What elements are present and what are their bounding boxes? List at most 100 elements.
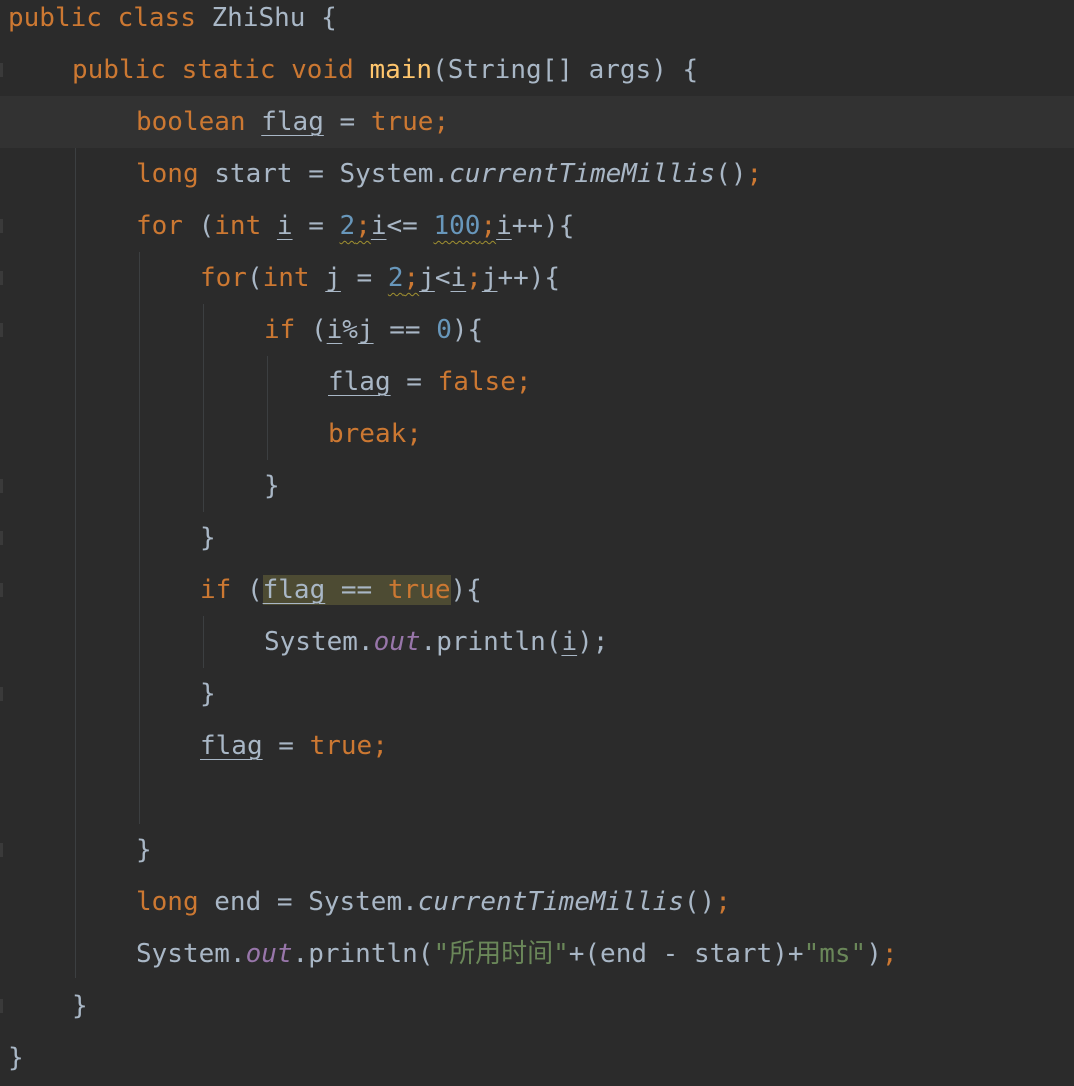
code-line-5[interactable]: for (int i = 2;i<= 100;i++){ [0, 200, 1074, 252]
string-literal: "所用时间" [433, 939, 569, 969]
code-text: System. [264, 627, 374, 657]
semicolon: ; [466, 263, 482, 293]
keyword: for [200, 263, 247, 293]
static-field: out [373, 627, 421, 657]
code-text: ){ [451, 315, 484, 345]
paren: ) [866, 939, 882, 969]
variable: flag [328, 367, 391, 397]
keyword: true [387, 575, 451, 605]
parens: () [683, 887, 716, 917]
variable: i [561, 627, 578, 657]
code-text: ){ [450, 575, 482, 605]
keyword: if [264, 315, 296, 345]
paren: ( [182, 211, 215, 241]
code-line-20[interactable]: } [0, 980, 1074, 1032]
keyword: true [309, 731, 373, 761]
code-line-12[interactable]: if (flag == true){ [0, 564, 1074, 616]
paren: ( [295, 315, 327, 345]
operator: = [323, 107, 371, 137]
keyword: int [214, 211, 262, 241]
variable: j [325, 263, 341, 293]
code-line-18[interactable]: long end = System.currentTimeMillis(); [0, 876, 1074, 928]
code-line-10[interactable]: } [0, 460, 1074, 512]
keyword: class [117, 3, 196, 33]
method-call: currentTimeMillis [417, 887, 684, 917]
code-line-7[interactable]: if (i%j == 0){ [0, 304, 1074, 356]
keyword: true [370, 107, 434, 137]
static-field: out [245, 939, 293, 969]
keyword: public [72, 55, 166, 85]
semicolon: ; [372, 731, 388, 761]
code-editor[interactable]: public class ZhiShu { public static void… [0, 0, 1074, 1086]
parens: () [715, 159, 747, 189]
code-line-15[interactable]: flag = true; [0, 720, 1074, 772]
code-text: +(end - start)+ [568, 939, 804, 969]
method-call: .println( [420, 627, 562, 657]
variable: flag [261, 107, 324, 137]
variable: j [419, 263, 435, 293]
semicolon: ; [746, 159, 763, 189]
code-line-2[interactable]: public static void main(String[] args) { [0, 44, 1074, 96]
brace: } [8, 1043, 24, 1073]
variable: i [276, 211, 293, 241]
code-line-14[interactable]: } [0, 668, 1074, 720]
code-line-8[interactable]: flag = false; [0, 356, 1074, 408]
string-literal: "ms" [803, 939, 867, 969]
semicolon: ; [480, 211, 497, 241]
code-text: ++){ [511, 211, 575, 241]
brace: } [200, 679, 216, 709]
variable: j [481, 263, 498, 293]
semicolon: ; [881, 939, 898, 969]
brace: } [136, 835, 152, 865]
variable: flag [262, 575, 326, 605]
number: 0 [436, 315, 452, 345]
keyword: long [136, 159, 199, 189]
code-line-16[interactable] [0, 772, 1074, 824]
operator: < [434, 263, 451, 293]
keyword: public [8, 3, 102, 33]
code-line-11[interactable]: } [0, 512, 1074, 564]
semicolon: ; [515, 367, 532, 397]
code-line-17[interactable]: } [0, 824, 1074, 876]
code-text: start = System. [198, 159, 450, 189]
brace: { [321, 3, 337, 33]
number: 2 [339, 211, 356, 241]
brace: } [72, 991, 88, 1021]
code-line-6[interactable]: for(int j = 2;j<i;j++){ [0, 252, 1074, 304]
code-line-3[interactable]: boolean flag = true; [0, 96, 1074, 148]
code-text: System. [136, 939, 246, 969]
operator: % [342, 315, 358, 345]
method-call: .println( [292, 939, 434, 969]
keyword: if [200, 575, 232, 605]
highlighted-expression: flag == true [262, 575, 451, 605]
keyword: boolean [136, 107, 246, 137]
variable: j [357, 315, 374, 345]
code-line-19[interactable]: System.out.println("所用时间"+(end - start)+… [0, 928, 1074, 980]
operator: <= [386, 211, 434, 241]
code-line-21[interactable]: } [0, 1032, 1074, 1084]
keyword: false [437, 367, 516, 397]
code-line-4[interactable]: long start = System.currentTimeMillis(); [0, 148, 1074, 200]
code-line-13[interactable]: System.out.println(i); [0, 616, 1074, 668]
variable: i [326, 315, 343, 345]
variable: i [370, 211, 387, 241]
operator: = [390, 367, 438, 397]
code-line-1[interactable]: public class ZhiShu { [0, 0, 1074, 44]
number: 100 [433, 211, 481, 241]
brace: } [200, 523, 216, 553]
keyword: for [136, 211, 183, 241]
code-text: ++){ [497, 263, 561, 293]
operator: = [262, 731, 310, 761]
operator: == [373, 315, 437, 345]
operator: == [325, 575, 388, 605]
paren: ( [246, 263, 263, 293]
brace: } [264, 471, 280, 501]
keyword: long [136, 887, 199, 917]
paren: ( [231, 575, 263, 605]
code-line-9[interactable]: break; [0, 408, 1074, 460]
variable: i [450, 263, 467, 293]
semicolon: ; [406, 419, 422, 449]
keyword: int [262, 263, 310, 293]
number: 2 [387, 263, 404, 293]
